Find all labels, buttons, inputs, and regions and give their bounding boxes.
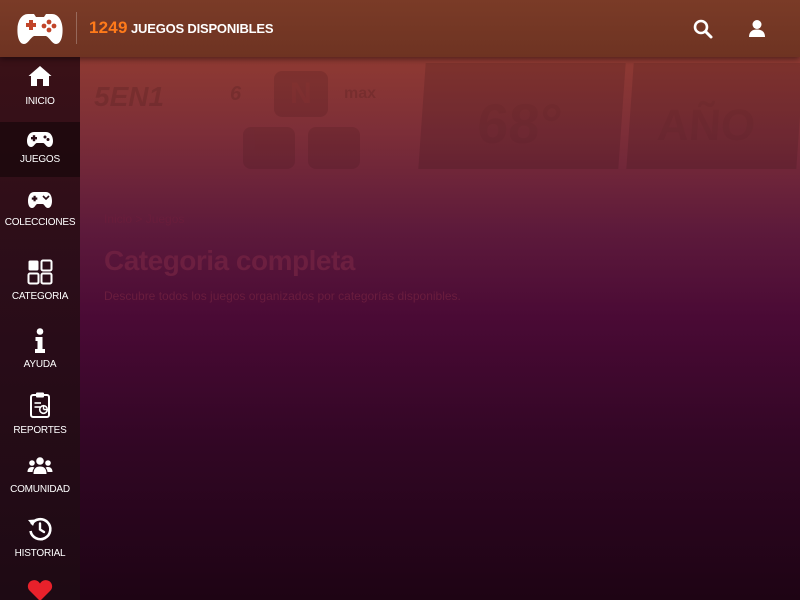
sidebar-item-reportes[interactable]: REPORTES <box>0 389 80 444</box>
games-count-label: JUEGOS DISPONIBLES <box>131 21 274 36</box>
sidebar-item-label: AYUDA <box>23 359 57 370</box>
grid-icon <box>27 259 53 285</box>
info-icon <box>35 328 45 353</box>
sidebar-item-label: CATEGORIA <box>11 291 69 302</box>
banner-panel-temperature: 68° <box>418 63 626 169</box>
home-icon <box>28 66 52 86</box>
search-icon[interactable] <box>692 18 714 40</box>
history-icon <box>28 517 52 541</box>
top-bar: 1249 JUEGOS DISPONIBLES <box>0 0 800 57</box>
gamepad-logo-icon[interactable] <box>16 12 64 46</box>
banner-tile-1 <box>243 127 295 169</box>
collections-gamepad-icon <box>28 192 52 208</box>
sidebar: INICIO JUEGOS COLECCIONES CATEGORIA AYUD… <box>0 57 80 600</box>
sidebar-item-juegos[interactable]: JUEGOS <box>0 122 80 177</box>
heart-icon <box>27 580 53 600</box>
banner-network-text: 6 <box>230 83 242 105</box>
users-icon <box>27 457 53 474</box>
sidebar-item-label: COLECCIONES <box>4 217 76 228</box>
sidebar-item-ayuda[interactable]: AYUDA <box>0 327 80 382</box>
banner-tile-2 <box>308 127 360 169</box>
sidebar-item-label: JUEGOS <box>20 154 60 165</box>
promo-banner: 5EN1 6 N max 68° AÑO <box>80 57 800 169</box>
games-count: 1249 <box>89 18 128 37</box>
page-title: Categoria completa <box>104 245 355 276</box>
sidebar-item-colecciones[interactable]: COLECCIONES <box>0 187 80 239</box>
banner-brand-text: 5EN1 <box>94 81 165 112</box>
sidebar-item-comunidad[interactable]: COMUNIDAD <box>0 455 80 507</box>
sidebar-item-label: REPORTES <box>13 425 67 436</box>
main-content: 5EN1 6 N max 68° AÑO Inicio > Juegos Cat… <box>80 57 800 600</box>
sidebar-item-favoritos[interactable] <box>0 577 80 600</box>
header-divider <box>76 12 77 44</box>
sidebar-item-historial[interactable]: HISTORIAL <box>0 515 80 570</box>
banner-netflix-letter: N <box>290 77 312 110</box>
sidebar-item-categoria[interactable]: CATEGORIA <box>0 257 80 312</box>
banner-year-label: AÑO <box>655 101 757 150</box>
sidebar-item-label: INICIO <box>25 96 55 107</box>
breadcrumb[interactable]: Inicio > Juegos <box>104 212 184 226</box>
user-icon[interactable] <box>746 18 768 40</box>
sidebar-item-label: HISTORIAL <box>14 548 66 559</box>
banner-panel-year: AÑO <box>626 63 800 169</box>
sidebar-item-inicio[interactable]: INICIO <box>0 63 80 123</box>
gamepad-icon <box>27 132 53 147</box>
sidebar-item-label: COMUNIDAD <box>10 484 70 495</box>
banner-hbo-text: max <box>344 85 377 102</box>
clipboard-icon <box>30 392 50 418</box>
banner-temperature: 68° <box>475 92 565 155</box>
page-subtitle: Descubre todos los juegos organizados po… <box>104 289 461 303</box>
banner-tile-netflix: N <box>274 71 328 117</box>
